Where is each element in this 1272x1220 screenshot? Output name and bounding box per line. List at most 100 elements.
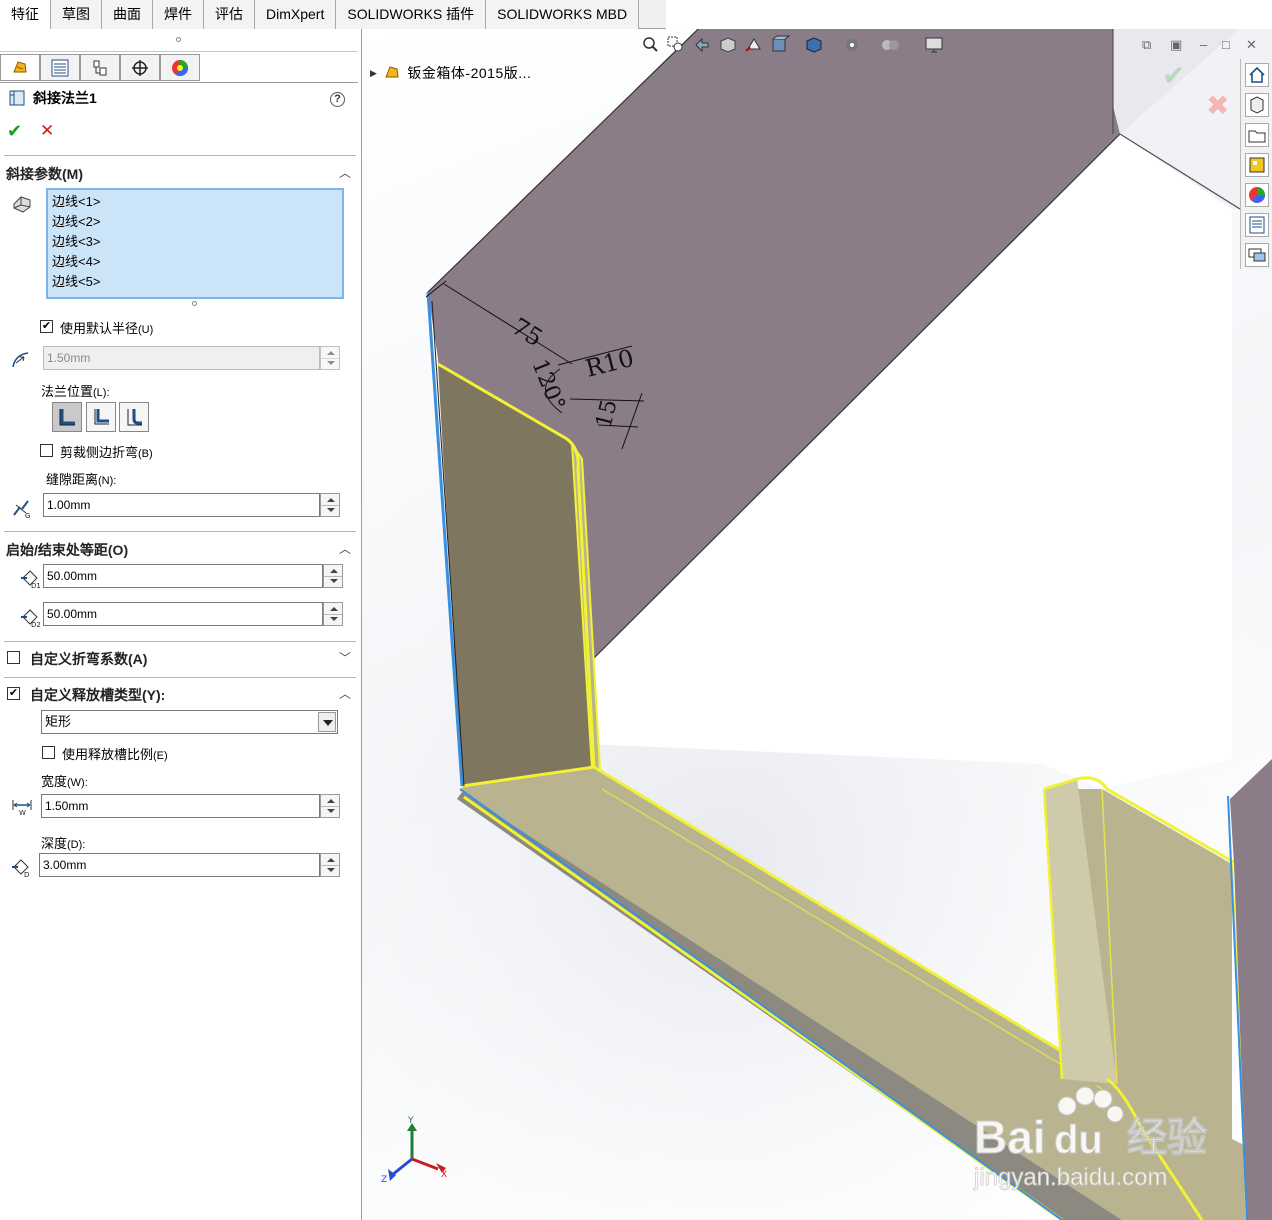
- edit-appearance-icon[interactable]: [842, 35, 862, 55]
- triad-z-label: Z: [381, 1175, 387, 1185]
- gap-distance-input[interactable]: 1.00mm: [43, 493, 320, 517]
- start-offset-input[interactable]: 50.00mm: [43, 564, 323, 588]
- material-outside-icon: [94, 409, 109, 425]
- miter-parameters-header[interactable]: 斜接参数(M): [6, 164, 83, 184]
- restore-icon[interactable]: ⧉: [1142, 37, 1151, 53]
- display-manager-tab[interactable]: [160, 54, 200, 81]
- model-view[interactable]: 75 R10 120° 15 Y X Z Bai du 经验 jingyan.b…: [362, 29, 1272, 1220]
- tab-dimxpert[interactable]: DimXpert: [255, 0, 337, 29]
- tab-mbd[interactable]: SOLIDWORKS MBD: [486, 0, 640, 29]
- view-orientation-icon[interactable]: [744, 35, 764, 55]
- maximize-icon[interactable]: □: [1222, 37, 1230, 52]
- part-name[interactable]: 钣金箱体-2015版...: [407, 63, 531, 83]
- confirm-ok-icon[interactable]: ✔: [1162, 59, 1185, 92]
- relief-depth-input[interactable]: 3.00mm: [39, 853, 320, 877]
- end-offset-input[interactable]: 50.00mm: [43, 602, 323, 626]
- configuration-manager-tab[interactable]: [80, 54, 120, 81]
- properties-icon: [1249, 216, 1265, 234]
- flyout-feature-tree[interactable]: ▶ 钣金箱体-2015版...: [370, 63, 531, 83]
- cancel-button[interactable]: ✕: [40, 121, 54, 141]
- dimxpert-manager-tab[interactable]: [120, 54, 160, 81]
- confirm-cancel-icon[interactable]: ✖: [1206, 89, 1229, 122]
- tab-surfaces[interactable]: 曲面: [102, 0, 153, 29]
- edge-selection-list[interactable]: 边线<1> 边线<2> 边线<3> 边线<4> 边线<5>: [46, 188, 344, 299]
- watermark-du: du: [1054, 1118, 1103, 1162]
- library-icon: [1250, 96, 1264, 114]
- tab-addins[interactable]: SOLIDWORKS 插件: [336, 0, 487, 29]
- task-pane: [1240, 59, 1272, 269]
- tab-evaluate[interactable]: 评估: [204, 0, 255, 29]
- zoom-to-area-icon[interactable]: [666, 35, 686, 55]
- feature-title-text: 斜接法兰1: [33, 90, 97, 106]
- panel-grip[interactable]: [176, 37, 181, 42]
- relief-depth-icon: D: [12, 859, 29, 878]
- custom-relief-checkbox[interactable]: ✔: [7, 687, 20, 700]
- offset-header[interactable]: 启始/结束处等距(O): [6, 540, 128, 560]
- start-offset-spinner[interactable]: [323, 564, 343, 588]
- collapse-chevron-icon[interactable]: ︿: [339, 685, 351, 702]
- dropdown-arrow-icon[interactable]: [318, 712, 336, 732]
- custom-relief-header[interactable]: 自定义释放槽类型(Y):: [30, 685, 165, 705]
- relief-type-select[interactable]: 矩形: [41, 710, 338, 734]
- flange-position-label: 法兰位置(L):: [41, 384, 110, 399]
- graphics-area[interactable]: 75 R10 120° 15 Y X Z Bai du 经验 jingyan.b…: [362, 29, 1272, 1220]
- tab-sketch[interactable]: 草图: [51, 0, 102, 29]
- view-palette-tab[interactable]: [1245, 153, 1269, 177]
- bend-outside-button[interactable]: [119, 402, 149, 432]
- material-inside-button[interactable]: [52, 402, 82, 432]
- tile-icon[interactable]: ▣: [1170, 37, 1182, 53]
- close-icon[interactable]: ✕: [1246, 37, 1257, 53]
- custom-bend-allowance-header[interactable]: 自定义折弯系数(A): [30, 649, 147, 669]
- use-relief-ratio-checkbox[interactable]: [42, 746, 55, 759]
- custom-properties-tab[interactable]: [1245, 213, 1269, 237]
- forum-tab[interactable]: [1245, 243, 1269, 267]
- svg-text:D: D: [24, 871, 29, 878]
- bend-radius-spinner[interactable]: [320, 346, 340, 370]
- gap-distance-spinner[interactable]: [320, 493, 340, 517]
- view-settings-icon[interactable]: [924, 35, 944, 55]
- ok-button[interactable]: ✔: [7, 121, 22, 142]
- file-explorer-tab[interactable]: [1245, 123, 1269, 147]
- previous-view-icon[interactable]: [692, 35, 712, 55]
- collapse-chevron-icon[interactable]: ︿: [339, 540, 351, 557]
- bend-radius-input[interactable]: 1.50mm: [43, 346, 320, 370]
- list-item[interactable]: 边线<1>: [52, 192, 338, 212]
- minimize-icon[interactable]: –: [1200, 37, 1207, 52]
- display-style-icon[interactable]: [770, 35, 790, 55]
- tab-features[interactable]: 特征: [0, 0, 51, 29]
- apply-scene-icon[interactable]: [880, 35, 900, 55]
- section-view-icon[interactable]: [718, 35, 738, 55]
- hide-show-items-icon[interactable]: [804, 35, 824, 55]
- collapse-chevron-icon[interactable]: ︿: [339, 164, 351, 181]
- expand-arrow-icon[interactable]: ▶: [370, 68, 377, 79]
- trim-side-bends-checkbox[interactable]: [40, 444, 53, 457]
- watermark-url: jingyan.baidu.com: [973, 1164, 1167, 1191]
- gap-distance-label: 缝隙距离(N):: [46, 472, 117, 487]
- list-resize-grip[interactable]: [192, 301, 197, 306]
- property-list-icon: [51, 59, 69, 76]
- list-item[interactable]: 边线<3>: [52, 232, 338, 252]
- use-default-radius-checkbox[interactable]: ✔: [40, 320, 53, 333]
- design-library-tab[interactable]: [1245, 93, 1269, 117]
- feature-manager-tab[interactable]: [0, 54, 40, 81]
- list-item[interactable]: 边线<5>: [52, 272, 338, 292]
- relief-depth-spinner[interactable]: [320, 853, 340, 877]
- zoom-to-fit-icon[interactable]: [640, 35, 660, 55]
- tab-weldments[interactable]: 焊件: [153, 0, 204, 29]
- relief-width-input[interactable]: 1.50mm: [41, 794, 320, 818]
- solidworks-window: 特征 草图 曲面 焊件 评估 DimXpert SOLIDWORKS 插件 SO…: [0, 0, 1272, 1220]
- help-icon[interactable]: ?: [330, 92, 345, 107]
- command-manager-tabs: 特征 草图 曲面 焊件 评估 DimXpert SOLIDWORKS 插件 SO…: [0, 0, 666, 29]
- relief-width-spinner[interactable]: [320, 794, 340, 818]
- appearances-tab[interactable]: [1245, 183, 1269, 207]
- list-item[interactable]: 边线<4>: [52, 252, 338, 272]
- edge-selection-icon: [13, 196, 31, 213]
- triad-y-label: Y: [407, 1116, 414, 1126]
- list-item[interactable]: 边线<2>: [52, 212, 338, 232]
- custom-bend-allowance-checkbox[interactable]: [7, 651, 20, 664]
- property-manager-tab[interactable]: [40, 54, 80, 81]
- material-outside-button[interactable]: [86, 402, 116, 432]
- solidworks-resources-tab[interactable]: [1245, 63, 1269, 87]
- expand-chevron-icon[interactable]: ﹀: [339, 649, 351, 666]
- end-offset-spinner[interactable]: [323, 602, 343, 626]
